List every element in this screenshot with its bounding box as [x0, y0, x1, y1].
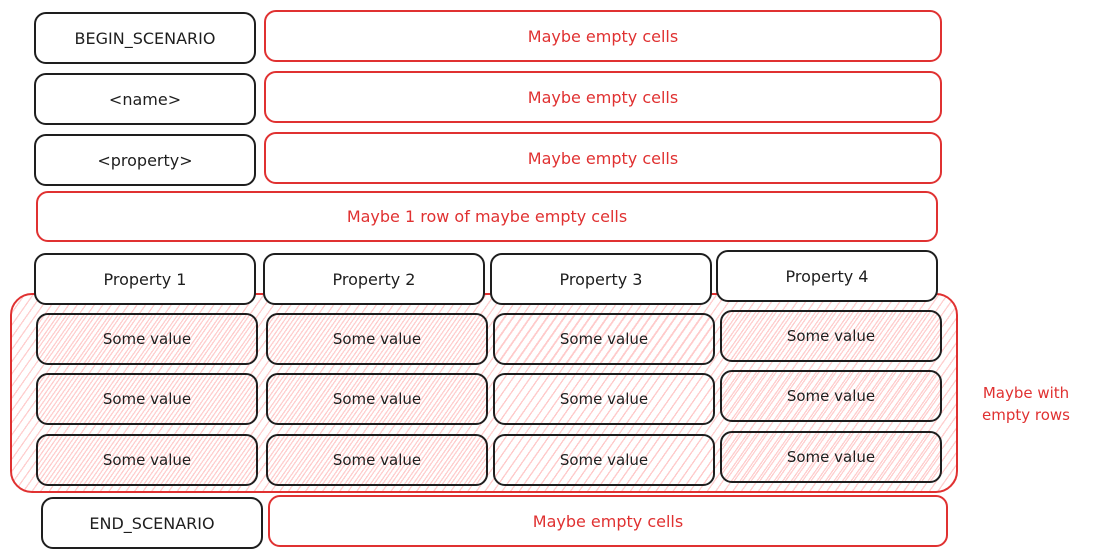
table-cell: Some value: [36, 313, 258, 365]
end-scenario-box: END_SCENARIO: [41, 497, 263, 549]
table-cell: Some value: [266, 313, 488, 365]
optional-row-box: Maybe 1 row of maybe empty cells: [36, 191, 938, 242]
name-box: <name>: [34, 73, 256, 125]
begin-note-box: Maybe empty cells: [264, 10, 942, 62]
table-cell: Some value: [720, 431, 942, 483]
table-cell: Some value: [720, 310, 942, 362]
table-header-2: Property 2: [263, 253, 485, 305]
table-cell: Some value: [720, 370, 942, 422]
end-note-box: Maybe empty cells: [268, 495, 948, 547]
table-cell: Some value: [493, 373, 715, 425]
table-cell: Some value: [266, 434, 488, 486]
table-cell: Some value: [493, 434, 715, 486]
property-box: <property>: [34, 134, 256, 186]
name-note-box: Maybe empty cells: [264, 71, 942, 123]
table-header-3: Property 3: [490, 253, 712, 305]
table-header-1: Property 1: [34, 253, 256, 305]
table-cell: Some value: [36, 373, 258, 425]
property-note-box: Maybe empty cells: [264, 132, 942, 184]
table-cell: Some value: [493, 313, 715, 365]
begin-scenario-box: BEGIN_SCENARIO: [34, 12, 256, 64]
table-cell: Some value: [266, 373, 488, 425]
table-header-4: Property 4: [716, 250, 938, 302]
empty-rows-annotation: Maybe with empty rows: [982, 384, 1070, 424]
table-cell: Some value: [36, 434, 258, 486]
